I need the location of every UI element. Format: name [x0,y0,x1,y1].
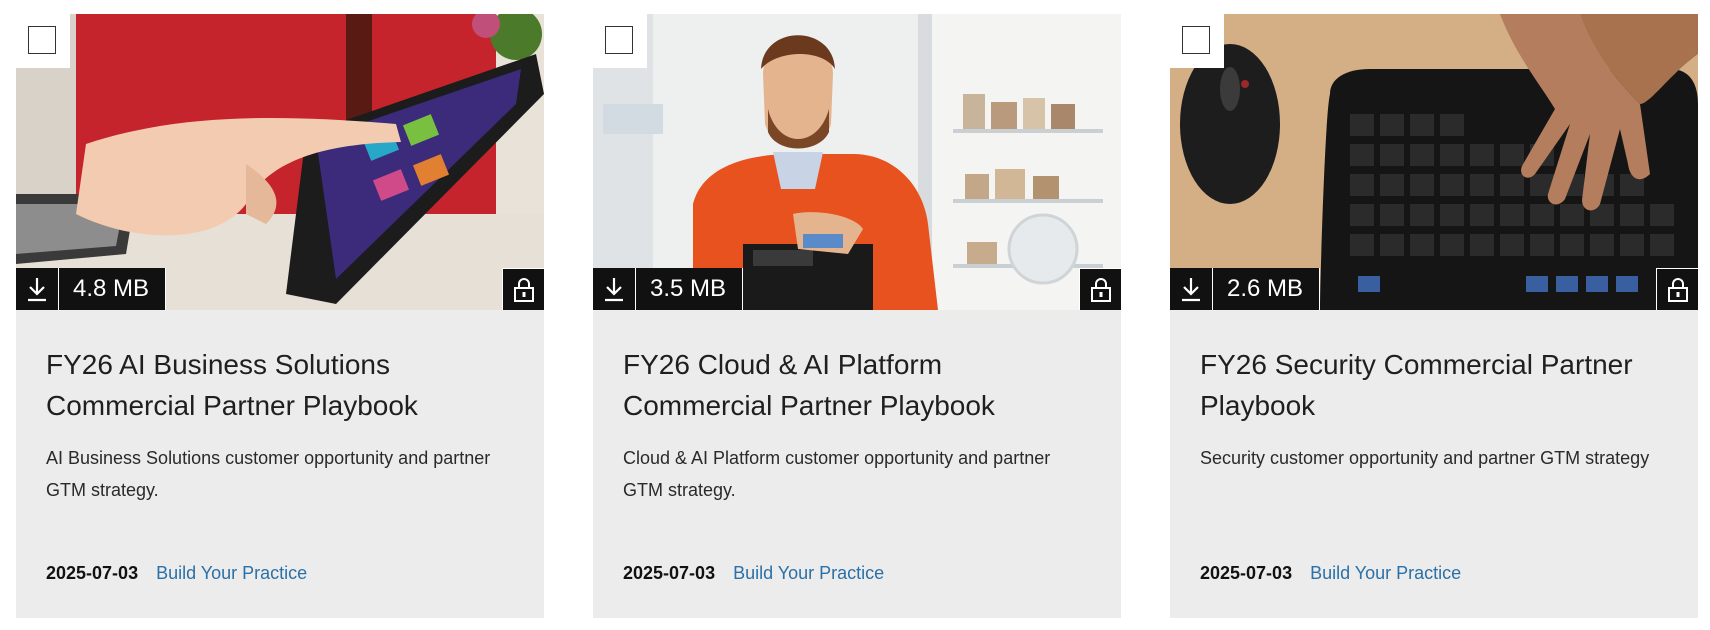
thumbnail-image-keyboard [1170,14,1698,310]
checkbox-icon[interactable] [28,26,56,54]
file-size: 3.5 MB [636,268,744,310]
card-body: FY26 AI Business Solutions Commercial Pa… [16,310,544,618]
card-title[interactable]: FY26 AI Business Solutions Commercial Pa… [46,344,514,426]
card-thumbnail[interactable]: 4.8 MB [16,14,544,310]
download-icon[interactable] [1170,268,1213,310]
category-link[interactable]: Build Your Practice [733,563,884,584]
lock-icon [1656,268,1698,310]
card-body: FY26 Security Commercial Partner Playboo… [1170,310,1698,618]
card-description: Cloud & AI Platform customer opportunity… [623,448,1051,500]
card-thumbnail[interactable]: 2.6 MB [1170,14,1698,310]
card-description: Security customer opportunity and partne… [1200,448,1650,468]
select-checkbox[interactable] [593,14,647,68]
lock-icon [502,268,544,310]
file-size: 2.6 MB [1213,268,1321,310]
download-badge[interactable]: 4.8 MB [16,268,167,310]
card-body: FY26 Cloud & AI Platform Commercial Part… [593,310,1121,618]
publish-date: 2025-07-03 [1200,563,1293,583]
thumbnail-image-tablet [16,14,544,310]
card-title[interactable]: FY26 Security Commercial Partner Playboo… [1200,344,1668,426]
resource-card[interactable]: 3.5 MB FY26 Cloud & AI Platform Commerci… [593,14,1121,618]
card-thumbnail[interactable]: 3.5 MB [593,14,1121,310]
card-meta: 2025-07-03 Build Your Practice [623,563,884,584]
download-icon[interactable] [16,268,59,310]
card-meta: 2025-07-03 Build Your Practice [1200,563,1461,584]
resource-card[interactable]: 4.8 MB FY26 AI Business Solutions Commer… [16,14,544,618]
lock-icon [1079,268,1121,310]
thumbnail-image-shop [593,14,1121,310]
resource-card[interactable]: 2.6 MB FY26 Security Commercial Partner … [1170,14,1698,618]
select-checkbox[interactable] [1170,14,1224,68]
download-icon[interactable] [593,268,636,310]
publish-date: 2025-07-03 [46,563,139,583]
resource-card-grid: 4.8 MB FY26 AI Business Solutions Commer… [0,0,1710,630]
card-title[interactable]: FY26 Cloud & AI Platform Commercial Part… [623,344,1091,426]
publish-date: 2025-07-03 [623,563,716,583]
checkbox-icon[interactable] [1182,26,1210,54]
checkbox-icon[interactable] [605,26,633,54]
card-description: AI Business Solutions customer opportuni… [46,448,491,500]
category-link[interactable]: Build Your Practice [1310,563,1461,584]
select-checkbox[interactable] [16,14,70,68]
card-meta: 2025-07-03 Build Your Practice [46,563,307,584]
file-size: 4.8 MB [59,268,167,310]
download-badge[interactable]: 3.5 MB [593,268,744,310]
category-link[interactable]: Build Your Practice [156,563,307,584]
download-badge[interactable]: 2.6 MB [1170,268,1321,310]
